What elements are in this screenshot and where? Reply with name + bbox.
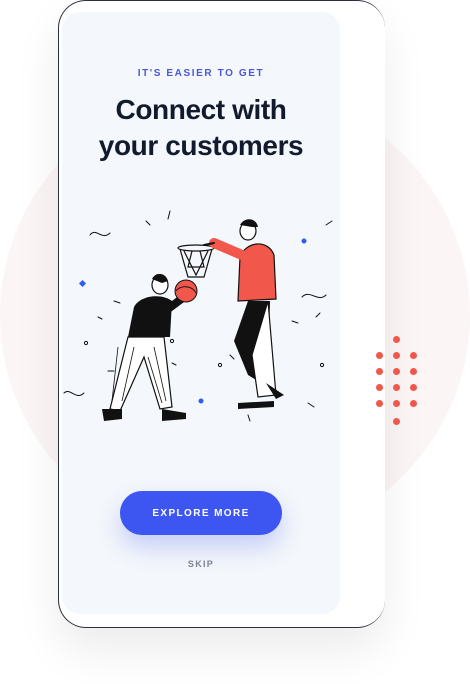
- dot: [410, 352, 417, 359]
- dot: [393, 336, 400, 343]
- dot: [410, 368, 417, 375]
- basketball-illustration: [63, 210, 333, 422]
- decorative-dot-grid: [373, 336, 425, 432]
- dot: [393, 368, 400, 375]
- dot: [376, 400, 383, 407]
- explore-more-button[interactable]: EXPLORE MORE: [120, 491, 282, 535]
- page-title: Connect with your customers: [62, 92, 340, 164]
- dot: [393, 400, 400, 407]
- player-black: [102, 273, 198, 421]
- dot: [393, 384, 400, 391]
- dot: [376, 384, 383, 391]
- dot: [393, 352, 400, 359]
- title-line-2: your customers: [98, 130, 304, 161]
- dot: [410, 384, 417, 391]
- app-preview: IT'S EASIER TO GET Connect with your cus…: [0, 0, 470, 684]
- title-line-1: Connect with: [115, 94, 287, 125]
- skip-link[interactable]: SKIP: [62, 559, 340, 569]
- sparkles: [63, 210, 333, 422]
- dot: [393, 418, 400, 425]
- dot: [410, 400, 417, 407]
- player-orange: [203, 219, 284, 409]
- dot: [376, 352, 383, 359]
- dot: [376, 368, 383, 375]
- basketball-hoop: [177, 244, 215, 278]
- eyebrow-text: IT'S EASIER TO GET: [137, 68, 265, 79]
